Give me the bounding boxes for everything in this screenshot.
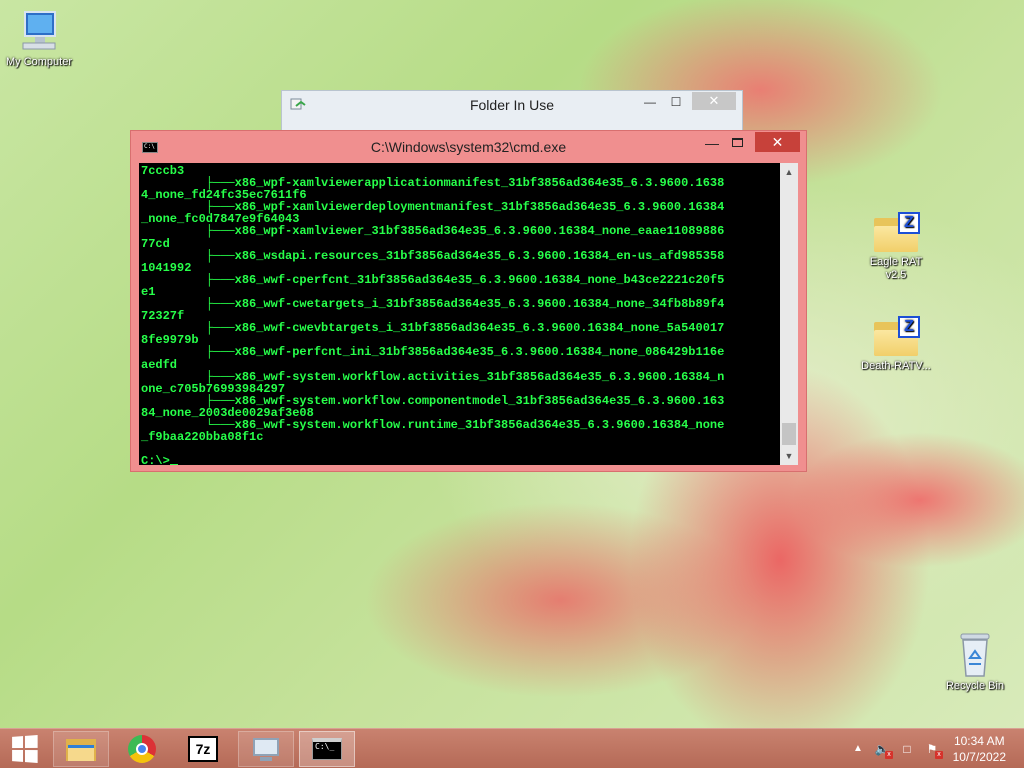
show-hidden-icons-chevron-icon[interactable]: ▲ xyxy=(850,742,866,756)
maximize-icon xyxy=(732,138,743,147)
scroll-up-icon[interactable]: ▲ xyxy=(780,163,798,181)
taskbar-file-explorer[interactable] xyxy=(53,731,109,767)
desktop-icon-label: Eagle RAT v2.5 xyxy=(869,256,923,281)
system-clock[interactable]: 10:34 AM 10/7/2022 xyxy=(953,733,1006,765)
chrome-icon xyxy=(128,735,156,763)
7zip-icon: 7z xyxy=(188,736,218,762)
desktop-icon-death-rat[interactable]: Z Death-RATV... xyxy=(854,316,938,373)
desktop-icon-label: Death-RATV... xyxy=(861,360,931,372)
desktop-icon-recycle-bin[interactable]: Recycle Bin xyxy=(933,632,1017,693)
cmd-titlebar[interactable]: C:\ C:\Windows\system32\cmd.exe — ✕ xyxy=(131,131,806,163)
cmd-window[interactable]: C:\ C:\Windows\system32\cmd.exe — ✕ 7ccc… xyxy=(130,130,807,472)
close-button[interactable]: ✕ xyxy=(692,92,736,110)
desktop-icon-my-computer[interactable]: My Computer xyxy=(0,10,81,69)
taskbar: 7z C:\_ ▲ 🔈 x □ ⚑ x 10:34 AM 10/7/2022 xyxy=(0,728,1024,768)
maximize-button[interactable]: ☐ xyxy=(666,95,686,109)
minimize-button[interactable]: — xyxy=(700,135,724,153)
console-line: ├───x86_wwf-cwevbtargets_i_31bf3856ad364… xyxy=(141,321,725,336)
taskbar-resource-monitor[interactable] xyxy=(238,731,294,767)
cmd-icon: C:\_ xyxy=(312,738,342,760)
console-line: ├───x86_wsdapi.resources_31bf3856ad364e3… xyxy=(141,248,725,263)
maximize-button[interactable] xyxy=(726,135,750,153)
minimize-button[interactable]: — xyxy=(640,95,660,109)
console-line: ├───x86_wwf-cwetargets_i_31bf3856ad364e3… xyxy=(141,297,725,312)
action-center-icon[interactable]: ⚑ x xyxy=(924,742,943,759)
clock-date: 10/7/2022 xyxy=(952,750,1006,764)
console-cursor xyxy=(169,464,178,465)
console-output[interactable]: 7cccb3 ├───x86_wpf-xamlviewerapplication… xyxy=(139,163,780,465)
network-icon[interactable]: □ xyxy=(899,742,915,756)
console-line: _f9baa220bba08f1c xyxy=(141,430,264,445)
console-line: ├───x86_wwf-cperfcnt_31bf3856ad364e35_6.… xyxy=(141,272,725,287)
taskbar-chrome[interactable] xyxy=(114,731,170,767)
volume-muted-icon[interactable]: 🔈 x xyxy=(874,742,893,759)
taskbar-7zip[interactable]: 7z xyxy=(175,731,231,767)
folder-in-use-window[interactable]: Folder In Use — ☐ ✕ xyxy=(281,90,743,134)
scroll-down-icon[interactable]: ▼ xyxy=(780,447,798,465)
vertical-scrollbar[interactable]: ▲ ▼ xyxy=(780,163,798,465)
scroll-thumb[interactable] xyxy=(782,423,796,445)
console-line: ├───x86_wwf-perfcnt_ini_31bf3856ad364e35… xyxy=(141,345,725,360)
start-button[interactable] xyxy=(0,731,48,767)
windows-logo-icon xyxy=(12,735,38,763)
desktop-icon-label: My Computer xyxy=(5,56,73,68)
desktop-icon-eagle-rat[interactable]: Z Eagle RAT v2.5 xyxy=(854,212,938,282)
computer-icon xyxy=(22,11,56,50)
zip-folder-icon: Z xyxy=(872,316,920,358)
console-line: ├───x86_wpf-xamlviewer_31bf3856ad364e35_… xyxy=(141,224,725,239)
taskbar-cmd[interactable]: C:\_ xyxy=(299,731,355,767)
folder-icon xyxy=(66,737,96,761)
recycle-bin-icon xyxy=(960,633,990,677)
zip-folder-icon: Z xyxy=(872,212,920,254)
monitor-icon xyxy=(251,736,281,762)
desktop-icon-label: Recycle Bin xyxy=(945,680,1005,692)
close-button[interactable]: ✕ xyxy=(755,132,800,152)
console-text: 7cccb3 ├───x86_wpf-xamlviewerapplication… xyxy=(139,163,780,465)
clock-time: 10:34 AM xyxy=(953,734,1005,748)
console-prompt: C:\> xyxy=(141,454,170,465)
